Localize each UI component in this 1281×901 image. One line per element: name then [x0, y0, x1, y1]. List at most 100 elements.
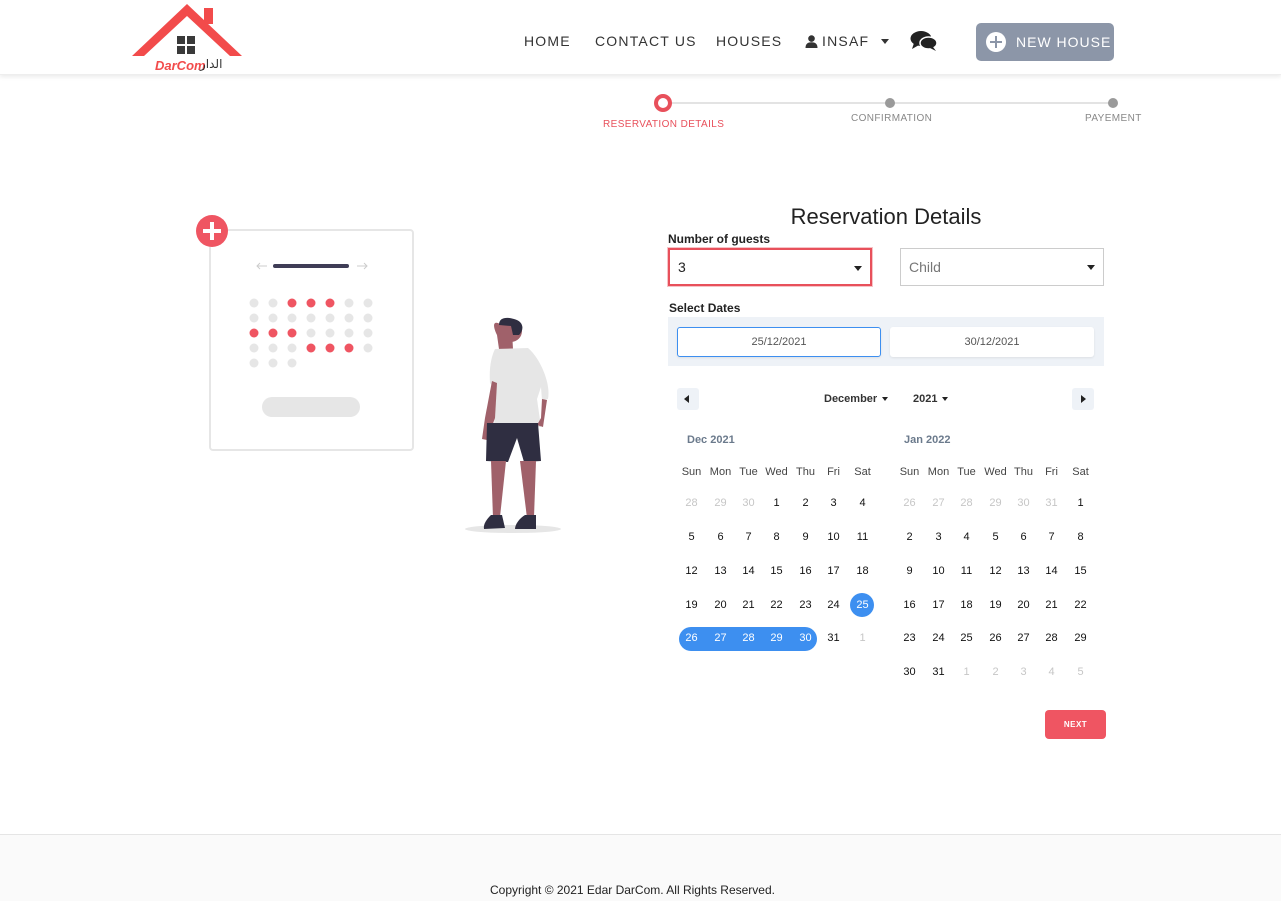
child-select[interactable]: Child	[900, 248, 1104, 286]
calendar-day[interactable]: 25	[952, 626, 981, 650]
year-dropdown[interactable]: 2021	[913, 393, 949, 405]
calendar-day[interactable]: 27	[706, 626, 735, 650]
dates-label: Select Dates	[669, 301, 741, 315]
month-title-jan: Jan 2022	[904, 434, 951, 446]
calendar-day[interactable]: 21	[1037, 593, 1066, 617]
calendar-day[interactable]: 12	[677, 559, 706, 583]
chevron-down-icon	[942, 397, 949, 401]
calendar-day[interactable]: 8	[1066, 525, 1095, 549]
calendar-day[interactable]: 7	[734, 525, 763, 549]
calendar-day[interactable]: 13	[1009, 559, 1038, 583]
start-date-input[interactable]: 25/12/2021	[677, 327, 881, 357]
guests-select[interactable]: 3	[668, 248, 872, 286]
calendar-day[interactable]: 1	[762, 491, 791, 515]
calendar-day[interactable]: 9	[895, 559, 924, 583]
new-house-button[interactable]: NEW HOUSE	[976, 23, 1114, 61]
calendar-day[interactable]: 27	[1009, 626, 1038, 650]
calendar-day[interactable]: 20	[706, 593, 735, 617]
calendar-day[interactable]: 15	[1066, 559, 1095, 583]
calendar-day[interactable]: 6	[706, 525, 735, 549]
guests-label: Number of guests	[668, 232, 771, 246]
calendar-day[interactable]: 28	[734, 626, 763, 650]
calendar-day[interactable]: 3	[924, 525, 953, 549]
month-title-dec: Dec 2021	[687, 434, 735, 446]
calendar-day[interactable]: 26	[981, 626, 1010, 650]
nav-contact-link[interactable]: CONTACT US	[595, 33, 697, 49]
calendar-day[interactable]: 11	[848, 525, 877, 549]
chat-icon[interactable]	[910, 30, 938, 57]
navbar: DarCom الدار HOME CONTACT US HOUSES INSA…	[0, 0, 1281, 75]
next-button[interactable]: NEXT	[1045, 710, 1106, 739]
next-month-button[interactable]	[1072, 388, 1094, 410]
nav-houses-link[interactable]: HOUSES	[716, 33, 782, 49]
calendar-day[interactable]: 26	[677, 626, 706, 650]
calendar-day[interactable]: 22	[1066, 593, 1095, 617]
weekday-header: Thu	[1014, 466, 1033, 478]
calendar-day[interactable]: 23	[791, 593, 820, 617]
calendar-day[interactable]: 14	[734, 559, 763, 583]
calendar-day[interactable]: 3	[819, 491, 848, 515]
calendar-day[interactable]: 28	[1037, 626, 1066, 650]
calendar-day[interactable]: 4	[848, 491, 877, 515]
calendar-day[interactable]: 5	[981, 525, 1010, 549]
darcom-logo[interactable]: DarCom الدار	[130, 2, 244, 74]
calendar-day[interactable]: 18	[952, 593, 981, 617]
weekday-header: Tue	[957, 466, 976, 478]
calendar-day[interactable]: 29	[1066, 626, 1095, 650]
calendar-day[interactable]: 15	[762, 559, 791, 583]
calendar-day[interactable]: 13	[706, 559, 735, 583]
chevron-down-icon	[881, 38, 890, 44]
calendar-day[interactable]: 16	[791, 559, 820, 583]
calendar-day[interactable]: 2	[895, 525, 924, 549]
calendar-day[interactable]: 25	[848, 593, 877, 617]
calendar-day[interactable]: 19	[677, 593, 706, 617]
nav-home-link[interactable]: HOME	[524, 33, 571, 49]
calendar-day[interactable]: 11	[952, 559, 981, 583]
calendar-day[interactable]: 4	[952, 525, 981, 549]
calendar-day[interactable]: 24	[924, 626, 953, 650]
calendar-day[interactable]: 21	[734, 593, 763, 617]
calendar-day[interactable]: 1	[1066, 491, 1095, 515]
calendar-day[interactable]: 29	[762, 626, 791, 650]
weekday-header: Sat	[1072, 466, 1089, 478]
user-menu[interactable]: INSAF	[805, 33, 890, 49]
weekday-header: Fri	[1045, 466, 1058, 478]
weekday-header: Sun	[681, 466, 702, 478]
calendar-day[interactable]: 14	[1037, 559, 1066, 583]
calendar-day[interactable]: 8	[762, 525, 791, 549]
calendar-day[interactable]: 10	[924, 559, 953, 583]
calendar-day: 1	[859, 632, 866, 644]
weekday-header: Sun	[899, 466, 920, 478]
calendar-day[interactable]: 22	[762, 593, 791, 617]
calendar-day[interactable]: 19	[981, 593, 1010, 617]
calendar-day: 28	[960, 497, 973, 509]
prev-month-button[interactable]	[677, 388, 699, 410]
step-dot-active	[654, 94, 672, 112]
calendar-day[interactable]: 30	[791, 626, 820, 650]
calendar-day[interactable]: 7	[1037, 525, 1066, 549]
calendar-day[interactable]: 9	[791, 525, 820, 549]
calendar-day[interactable]: 24	[819, 593, 848, 617]
month-dropdown[interactable]: December	[824, 393, 889, 405]
calendar-day[interactable]: 23	[895, 626, 924, 650]
calendar-day[interactable]: 5	[677, 525, 706, 549]
calendar-day: 1	[963, 666, 970, 678]
year-dropdown-value: 2021	[913, 393, 938, 405]
month-dropdown-value: December	[824, 393, 878, 405]
calendar-day[interactable]: 12	[981, 559, 1010, 583]
end-date-input[interactable]: 30/12/2021	[890, 327, 1094, 357]
calendar-day[interactable]: 10	[819, 525, 848, 549]
calendar-day[interactable]: 30	[895, 660, 924, 684]
calendar-day[interactable]: 17	[924, 593, 953, 617]
calendar-day[interactable]: 17	[819, 559, 848, 583]
step-dot	[885, 98, 895, 108]
chevron-right-icon	[1081, 395, 1086, 403]
calendar-day[interactable]: 31	[924, 660, 953, 684]
calendar-day[interactable]: 31	[819, 626, 848, 650]
calendar-day[interactable]: 16	[895, 593, 924, 617]
calendar-day[interactable]: 6	[1009, 525, 1038, 549]
calendar-day[interactable]: 18	[848, 559, 877, 583]
weekday-header: Wed	[984, 466, 1007, 478]
calendar-day[interactable]: 2	[791, 491, 820, 515]
calendar-day[interactable]: 20	[1009, 593, 1038, 617]
